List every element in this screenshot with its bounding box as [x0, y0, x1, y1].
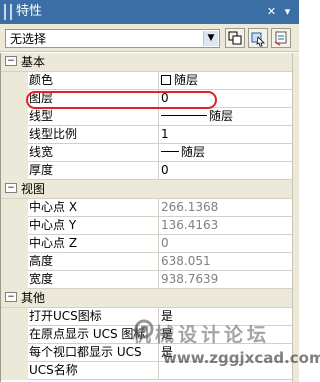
property-value: 266.1368: [159, 199, 292, 217]
property-row-center-z[interactable]: 中心点 Z 0: [1, 235, 292, 253]
property-row-center-x[interactable]: 中心点 X 266.1368: [1, 199, 292, 217]
group-title: 视图: [21, 182, 46, 196]
property-name: 宽度: [28, 271, 159, 289]
property-row-center-y[interactable]: 中心点 Y 136.4163: [1, 217, 292, 235]
property-value: 638.051: [159, 253, 292, 271]
close-icon[interactable]: ✕: [265, 5, 278, 18]
property-name: 中心点 Y: [28, 217, 159, 235]
property-row-linetype-scale[interactable]: 线型比例 1: [1, 126, 292, 144]
chevron-down-icon[interactable]: ▼: [203, 31, 218, 46]
property-name: 中心点 X: [28, 199, 159, 217]
property-row-width[interactable]: 宽度 938.7639: [1, 271, 292, 289]
toggle-pickadd-button[interactable]: [225, 28, 245, 48]
select-objects-button[interactable]: [248, 28, 268, 48]
group-view[interactable]: − 视图: [1, 180, 292, 199]
color-value: 随层: [174, 73, 199, 87]
toolbar: 无选择 ▼: [0, 24, 299, 52]
selection-dropdown[interactable]: 无选择 ▼: [5, 29, 220, 48]
vertical-scrollbar[interactable]: [292, 53, 299, 382]
collapse-group-icon[interactable]: −: [5, 292, 17, 302]
property-value[interactable]: 随层: [159, 108, 292, 126]
property-name: 高度: [28, 253, 159, 271]
drag-grip-icon[interactable]: [4, 4, 12, 20]
collapse-group-icon[interactable]: −: [5, 183, 17, 193]
lineweight-value: 随层: [181, 145, 206, 159]
pickadd-icon: [228, 31, 242, 45]
lineweight-sample-icon: [161, 151, 179, 152]
property-value[interactable]: 随层: [159, 144, 292, 162]
property-name: 线型比例: [28, 126, 159, 144]
property-value[interactable]: 1: [159, 126, 292, 144]
property-name: 厚度: [28, 162, 159, 180]
group-title: 基本: [21, 55, 46, 69]
property-row-height[interactable]: 高度 638.051: [1, 253, 292, 271]
property-value: 938.7639: [159, 271, 292, 289]
property-name: 颜色: [28, 72, 159, 90]
watermark-title: 机械设计论坛: [132, 324, 271, 346]
panel-title: 特性: [16, 4, 43, 19]
linetype-sample-icon: [161, 115, 207, 116]
property-name: 线宽: [28, 144, 159, 162]
property-value: 0: [159, 235, 292, 253]
quick-select-button[interactable]: [271, 28, 291, 48]
property-row-thickness[interactable]: 厚度 0: [1, 162, 292, 180]
selection-value: 无选择: [10, 32, 47, 46]
collapse-group-icon[interactable]: −: [5, 56, 17, 66]
property-value[interactable]: 0: [159, 162, 292, 180]
group-title: 其他: [21, 291, 46, 305]
property-row-lineweight[interactable]: 线宽 随层: [1, 144, 292, 162]
layer-row-annotation: [26, 91, 217, 109]
property-name: UCS名称: [28, 362, 159, 380]
group-basic[interactable]: − 基本: [1, 53, 292, 72]
property-value[interactable]: 随层: [159, 72, 292, 90]
color-swatch-icon: [161, 75, 171, 85]
property-value: 136.4163: [159, 217, 292, 235]
property-name: 线型: [28, 108, 159, 126]
linetype-value: 随层: [209, 109, 234, 123]
group-misc[interactable]: − 其他: [1, 289, 292, 308]
collapse-icon[interactable]: ▾: [281, 5, 294, 18]
property-row-linetype[interactable]: 线型 随层: [1, 108, 292, 126]
property-row-color[interactable]: 颜色 随层: [1, 72, 292, 90]
quick-select-icon: [274, 31, 287, 46]
title-bar[interactable]: 特性 ✕ ▾: [0, 0, 299, 24]
select-objects-icon: [251, 32, 265, 47]
watermark-url: www.zggjxcad.com: [163, 349, 320, 367]
property-name: 中心点 Z: [28, 235, 159, 253]
